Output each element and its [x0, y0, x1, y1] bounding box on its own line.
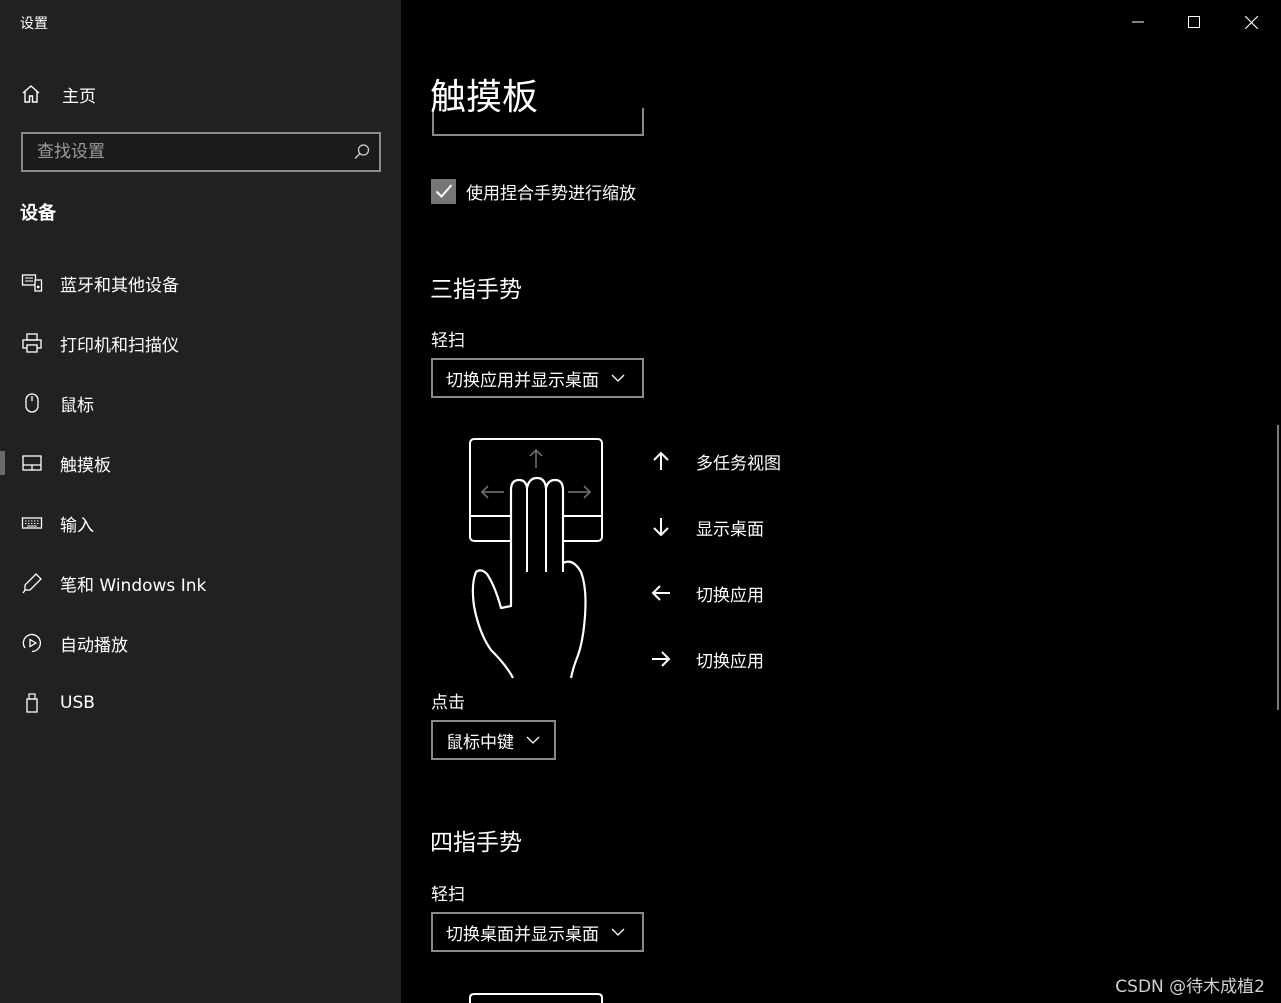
- chevron-down-icon: [611, 374, 625, 382]
- gesture-row-left: 切换应用: [651, 578, 764, 608]
- gesture-row-up: 多任务视图: [651, 446, 781, 476]
- sidebar-item-label: 触摸板: [60, 455, 111, 476]
- sidebar-item-autoplay[interactable]: 自动播放: [0, 618, 401, 668]
- app-title: 设置: [20, 16, 48, 32]
- home-nav-item[interactable]: 主页: [20, 80, 96, 108]
- page-title: 触摸板: [430, 77, 539, 118]
- home-icon: [22, 85, 40, 103]
- three-finger-swipe-label: 轻扫: [431, 331, 465, 351]
- gesture-label: 显示桌面: [696, 519, 764, 540]
- printer-icon: [20, 331, 44, 355]
- autoplay-icon: [20, 631, 44, 655]
- gesture-label: 切换应用: [696, 585, 764, 606]
- pinch-zoom-option[interactable]: 使用捏合手势进行缩放: [431, 178, 636, 204]
- sidebar: 设置 主页 设备 蓝牙和其他设备: [0, 0, 401, 1003]
- arrow-right-icon: [651, 649, 671, 669]
- three-finger-swipe-dropdown[interactable]: 切换应用并显示桌面: [431, 358, 644, 398]
- dropdown-value: 鼠标中键: [446, 732, 514, 753]
- close-icon: [1244, 15, 1258, 29]
- three-finger-title: 三指手势: [430, 277, 522, 303]
- selection-indicator: [0, 451, 5, 475]
- maximize-button[interactable]: [1166, 0, 1222, 44]
- sidebar-item-usb[interactable]: USB: [0, 678, 401, 728]
- three-finger-tap-label: 点击: [431, 693, 465, 713]
- sidebar-item-printers[interactable]: 打印机和扫描仪: [0, 318, 401, 368]
- sidebar-item-typing[interactable]: 输入: [0, 498, 401, 548]
- pen-icon: [20, 571, 44, 595]
- sidebar-item-touchpad[interactable]: 触摸板: [0, 438, 401, 488]
- arrow-left-icon: [651, 583, 671, 603]
- sidebar-item-mouse[interactable]: 鼠标: [0, 378, 401, 428]
- gesture-label: 多任务视图: [696, 453, 781, 474]
- dropdown-value: 切换应用并显示桌面: [446, 370, 599, 391]
- mouse-icon: [20, 391, 44, 415]
- search-icon[interactable]: [353, 143, 371, 161]
- touchpad-icon: [20, 451, 44, 475]
- search-box[interactable]: [21, 132, 381, 172]
- keyboard-icon: [20, 511, 44, 535]
- gesture-row-right: 切换应用: [651, 644, 764, 674]
- sidebar-item-label: 自动播放: [60, 635, 128, 656]
- sidebar-item-label: 笔和 Windows Ink: [60, 575, 207, 596]
- sidebar-item-label: 鼠标: [60, 395, 94, 416]
- four-finger-swipe-dropdown[interactable]: 切换桌面并显示桌面: [431, 912, 644, 952]
- content-pane: 触摸板 使用捏合手势进行缩放 三指手势 轻扫 切换应用并显示桌面 多任务视图 显…: [401, 0, 1281, 1003]
- four-finger-gesture-illustration: [469, 993, 603, 1003]
- search-input[interactable]: [23, 134, 343, 170]
- chevron-down-icon: [611, 928, 625, 936]
- sidebar-item-pen[interactable]: 笔和 Windows Ink: [0, 558, 401, 608]
- home-label: 主页: [62, 86, 96, 107]
- maximize-icon: [1188, 16, 1200, 28]
- sidebar-item-label: 打印机和扫描仪: [60, 335, 179, 356]
- gesture-label: 切换应用: [696, 651, 764, 672]
- dropdown-value: 切换桌面并显示桌面: [446, 924, 599, 945]
- section-title: 设备: [20, 203, 56, 224]
- chevron-down-icon: [526, 736, 540, 744]
- sidebar-item-label: 蓝牙和其他设备: [60, 275, 179, 296]
- three-finger-tap-dropdown[interactable]: 鼠标中键: [431, 720, 556, 760]
- usb-icon: [20, 691, 44, 715]
- watermark: CSDN @待木成植2: [1115, 977, 1265, 997]
- pinch-zoom-checkbox[interactable]: [431, 178, 456, 204]
- scrollbar[interactable]: [1277, 425, 1279, 710]
- minimize-button[interactable]: [1110, 0, 1166, 44]
- four-finger-swipe-label: 轻扫: [431, 885, 465, 905]
- sidebar-item-bluetooth[interactable]: 蓝牙和其他设备: [0, 258, 401, 308]
- gesture-row-down: 显示桌面: [651, 512, 764, 542]
- sidebar-item-label: USB: [60, 693, 95, 713]
- minimize-icon: [1132, 21, 1144, 23]
- check-icon: [435, 184, 452, 198]
- pinch-zoom-label: 使用捏合手势进行缩放: [466, 183, 636, 204]
- four-finger-title: 四指手势: [430, 830, 522, 856]
- arrow-up-icon: [651, 451, 671, 471]
- arrow-down-icon: [651, 517, 671, 537]
- bluetooth-devices-icon: [20, 271, 44, 295]
- close-button[interactable]: [1223, 0, 1279, 44]
- sidebar-item-label: 输入: [60, 515, 94, 536]
- three-finger-gesture-illustration: [469, 438, 603, 679]
